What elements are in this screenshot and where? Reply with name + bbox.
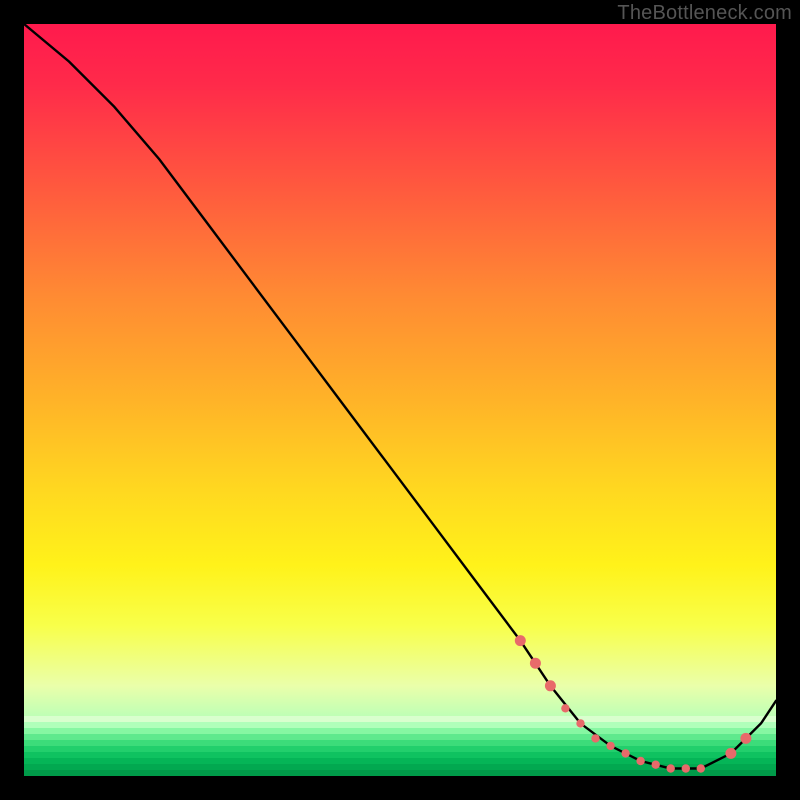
marker-dot [591, 734, 599, 742]
marker-dot [561, 704, 569, 712]
marker-dot [515, 635, 526, 646]
marker-dot [621, 749, 629, 757]
chart-svg [24, 24, 776, 776]
marker-dot [576, 719, 584, 727]
marker-dot [530, 658, 541, 669]
marker-dot [697, 764, 705, 772]
marker-dot [682, 764, 690, 772]
marker-dot [725, 748, 736, 759]
watermark-text: TheBottleneck.com [617, 2, 792, 25]
marker-dot [740, 733, 751, 744]
marker-dot [606, 742, 614, 750]
marker-group [515, 635, 752, 773]
marker-dot [636, 757, 644, 765]
marker-dot [667, 764, 675, 772]
marker-dot [652, 761, 660, 769]
bottleneck-curve [24, 24, 776, 769]
marker-dot [545, 680, 556, 691]
chart-plot-area [24, 24, 776, 776]
